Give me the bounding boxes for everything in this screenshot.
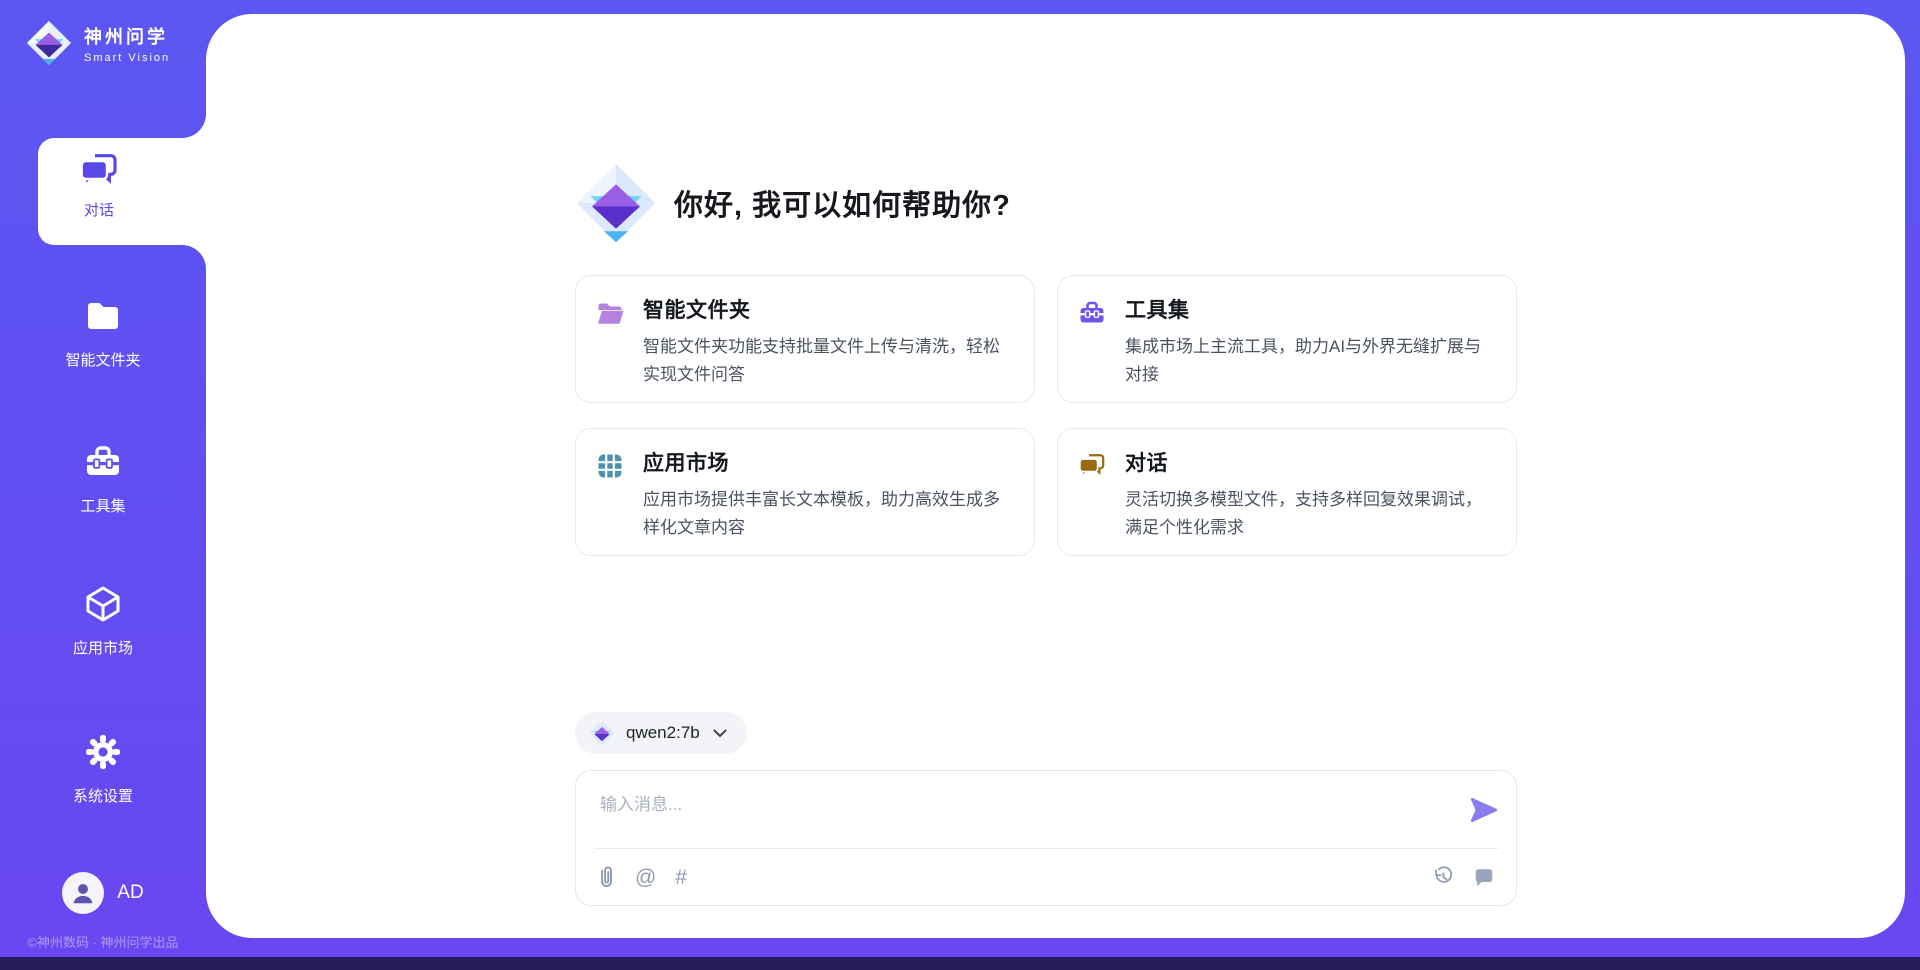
sidebar-item-settings[interactable]: 系统设置	[0, 732, 206, 806]
sidebar-item-label: 对话	[84, 199, 114, 220]
gear-icon	[83, 732, 123, 772]
send-button[interactable]	[1469, 795, 1499, 825]
greeting-title: 你好, 我可以如何帮助你?	[674, 182, 1011, 224]
main-content-panel: 你好, 我可以如何帮助你? 智能文件夹 智能文件夹功能支持批量文件上传与清洗，轻…	[206, 14, 1905, 938]
card-title: 对话	[1125, 450, 1496, 478]
history-icon	[1432, 866, 1454, 888]
app-subtitle: Smart Vision	[84, 52, 170, 64]
greeting-block: 你好, 我可以如何帮助你?	[575, 162, 1011, 244]
toolbox-icon	[83, 442, 123, 482]
app-logo-block: 神州问学 Smart Vision	[26, 20, 170, 66]
model-selector[interactable]: qwen2:7b	[575, 712, 747, 754]
user-account[interactable]: AD	[0, 872, 206, 914]
grid-icon	[596, 452, 624, 480]
card-app-market[interactable]: 应用市场 应用市场提供丰富长文本模板，助力高效生成多样化文章内容	[575, 428, 1035, 556]
at-icon: @	[635, 867, 656, 888]
open-folder-icon	[596, 299, 624, 327]
bottom-edge-bar	[0, 957, 1920, 970]
card-chat[interactable]: 对话 灵活切换多模型文件，支持多样回复效果调试，满足个性化需求	[1057, 428, 1517, 556]
sidebar-item-app-market[interactable]: 应用市场	[0, 584, 206, 658]
mention-button[interactable]: @	[633, 865, 658, 890]
message-icon	[1473, 866, 1495, 888]
model-name: qwen2:7b	[626, 723, 700, 743]
send-icon	[1469, 795, 1499, 825]
chat-icon	[1078, 452, 1106, 480]
sidebar-item-smart-folder[interactable]: 智能文件夹	[0, 296, 206, 370]
message-input[interactable]	[576, 771, 1516, 845]
folder-icon	[83, 296, 123, 336]
app-title: 神州问学	[84, 23, 170, 49]
card-toolset[interactable]: 工具集 集成市场上主流工具，助力AI与外界无缝扩展与对接	[1057, 275, 1517, 403]
user-icon	[70, 880, 96, 906]
message-composer: @ #	[575, 770, 1517, 906]
card-description: 应用市场提供丰富长文本模板，助力高效生成多样化文章内容	[643, 486, 1014, 542]
card-description: 集成市场上主流工具，助力AI与外界无缝扩展与对接	[1125, 333, 1496, 389]
card-description: 灵活切换多模型文件，支持多样回复效果调试，满足个性化需求	[1125, 486, 1496, 542]
paperclip-icon	[597, 866, 616, 888]
card-title: 工具集	[1125, 297, 1496, 325]
toolbox-icon	[1078, 299, 1106, 327]
attach-button[interactable]	[595, 864, 618, 890]
composer-toolbar: @ #	[576, 849, 1516, 905]
feature-cards: 智能文件夹 智能文件夹功能支持批量文件上传与清洗，轻松实现文件问答 工具集 集成…	[575, 275, 1517, 556]
user-name: AD	[117, 882, 143, 904]
sidebar-item-label: 智能文件夹	[0, 349, 206, 370]
tab-curve-top	[182, 114, 206, 138]
history-button[interactable]	[1430, 864, 1456, 890]
sidebar-item-label: 系统设置	[0, 785, 206, 806]
app-logo-icon	[26, 20, 72, 66]
sidebar-item-label: 工具集	[0, 495, 206, 516]
copyright-footer: ©神州数码 · 神州问学出品	[0, 932, 206, 951]
card-title: 智能文件夹	[643, 297, 1014, 325]
sidebar-item-chat[interactable]: 对话	[38, 138, 206, 245]
card-description: 智能文件夹功能支持批量文件上传与清洗，轻松实现文件问答	[643, 333, 1014, 389]
hash-icon: #	[675, 867, 687, 888]
card-smart-folder[interactable]: 智能文件夹 智能文件夹功能支持批量文件上传与清洗，轻松实现文件问答	[575, 275, 1035, 403]
conversation-button[interactable]	[1471, 864, 1497, 890]
topic-button[interactable]: #	[673, 865, 689, 890]
greeting-logo-icon	[575, 162, 657, 244]
chevron-down-icon	[713, 729, 727, 738]
sidebar-item-toolset[interactable]: 工具集	[0, 442, 206, 516]
avatar	[62, 872, 104, 914]
tab-curve-bottom	[182, 245, 206, 269]
card-title: 应用市场	[643, 450, 1014, 478]
model-logo-icon	[589, 720, 615, 746]
sidebar-item-label: 应用市场	[0, 637, 206, 658]
cube-icon	[83, 584, 123, 624]
chat-icon	[79, 151, 119, 191]
